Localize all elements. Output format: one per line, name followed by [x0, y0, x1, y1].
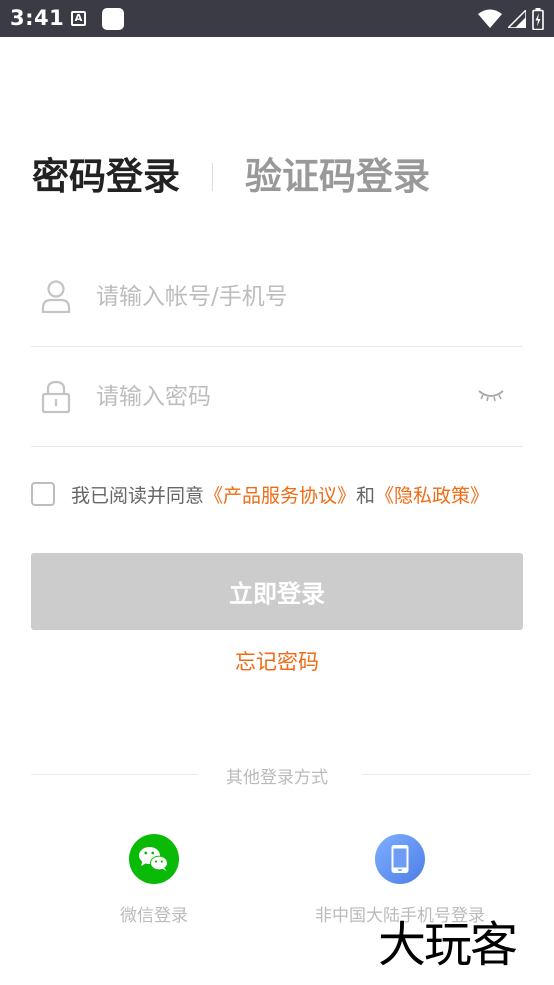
watermark-logo: 大玩客: [378, 917, 518, 973]
agreement-prefix: 我已阅读并同意: [71, 484, 205, 507]
agreement-conjunction: 和: [356, 484, 376, 507]
wechat-login-label: 微信登录: [120, 906, 188, 926]
other-methods-label: 其他登录方式: [226, 768, 328, 788]
cellular-signal-icon: [508, 10, 526, 28]
battery-icon: [532, 8, 544, 30]
forgot-password-label[interactable]: 忘记密码: [235, 650, 319, 674]
privacy-link[interactable]: 《隐私政策》: [375, 481, 489, 508]
agreement-row: 我已阅读并同意 《产品服务协议》 和 《隐私政策》: [31, 478, 489, 510]
eye-closed-icon[interactable]: [477, 387, 505, 405]
status-icons: [478, 7, 544, 31]
terms-link[interactable]: 《产品服务协议》: [204, 481, 356, 508]
account-input[interactable]: [96, 275, 456, 319]
login-button[interactable]: 立即登录: [31, 553, 523, 630]
tab-code-login[interactable]: 验证码登录: [245, 150, 430, 204]
login-tabs: 密码登录 验证码登录: [32, 150, 430, 204]
lock-icon: [41, 380, 71, 414]
user-icon: [41, 280, 71, 314]
account-field: [31, 247, 523, 347]
status-bar: 3:41 A: [0, 0, 554, 37]
notification-a-icon: A: [71, 11, 86, 26]
notification-square-icon: [102, 8, 124, 30]
wechat-icon: [129, 834, 179, 884]
agreement-checkbox[interactable]: [31, 482, 55, 506]
password-input[interactable]: [96, 375, 456, 419]
wifi-icon: [478, 9, 502, 28]
forgot-password-link: 忘记密码: [0, 646, 554, 676]
mobile-phone-icon: [375, 834, 425, 884]
status-time: 3:41: [10, 6, 65, 30]
tab-password-login[interactable]: 密码登录: [32, 150, 180, 204]
password-field: [31, 347, 523, 447]
overseas-phone-login[interactable]: 非中国大陆手机号登录: [270, 834, 530, 926]
tab-divider: [212, 163, 213, 191]
wechat-login[interactable]: 微信登录: [24, 834, 284, 926]
